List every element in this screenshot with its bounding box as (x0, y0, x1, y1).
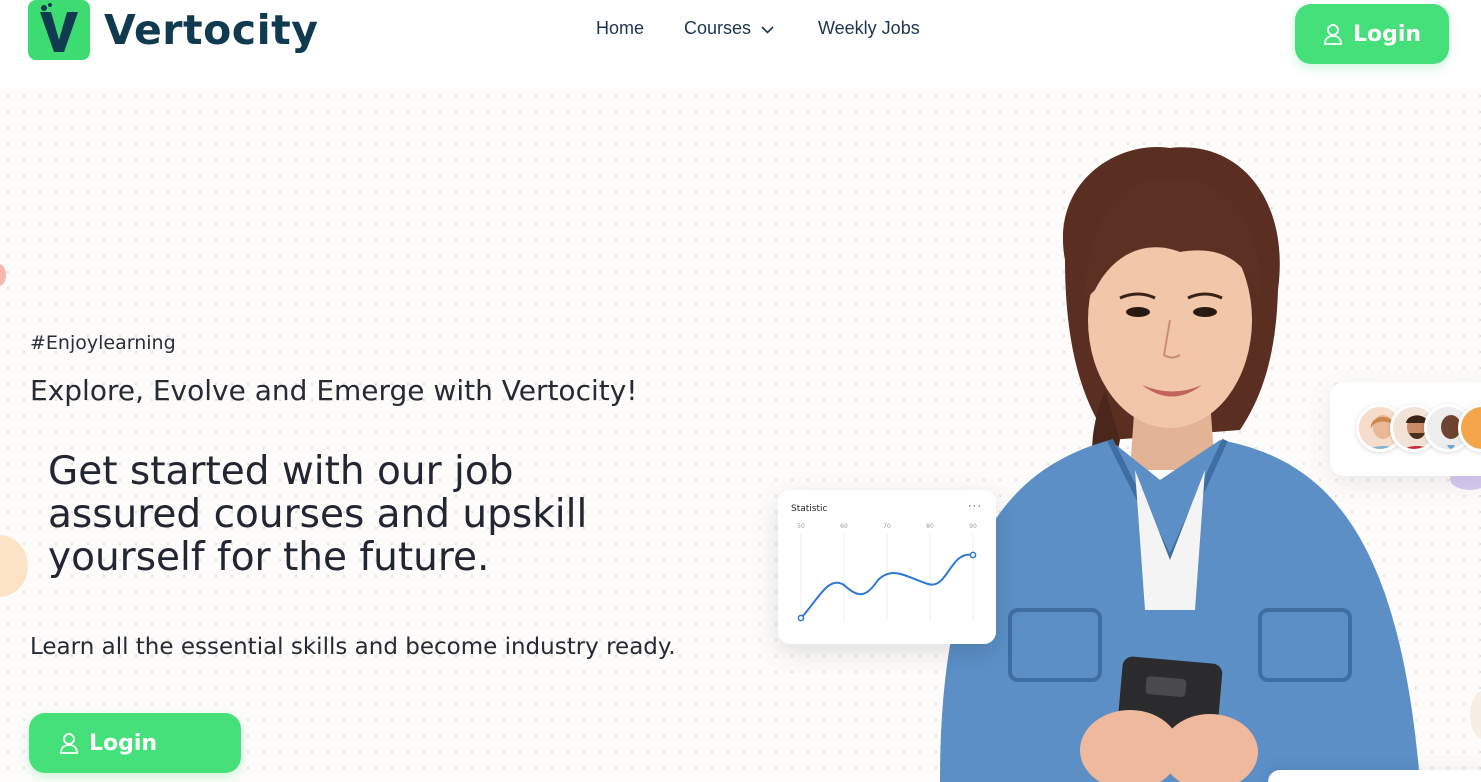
hero-subheading: Explore, Evolve and Emerge with Vertocit… (30, 374, 638, 407)
stat-column-label: 70 (883, 523, 891, 530)
stat-column-label: 50 (797, 523, 805, 530)
stat-column-label: 90 (969, 523, 977, 530)
header-login-label: Login (1352, 21, 1422, 47)
statistic-title: Statistic (791, 504, 828, 514)
stat-column-label: 80 (926, 523, 934, 530)
stat-column-label: 60 (840, 523, 848, 530)
nav-weekly-jobs[interactable]: Weekly Jobs (818, 18, 920, 39)
nav-courses[interactable]: Courses (684, 18, 751, 39)
header-login-button[interactable]: Login (1295, 4, 1449, 64)
students-avatars-card (1330, 382, 1481, 476)
hero-login-label: Login (89, 730, 158, 756)
hero-login-button[interactable]: Login (29, 713, 241, 773)
chevron-down-icon[interactable] (760, 22, 775, 37)
site-header: Vertocity Home Courses Weekly Jobs Login (0, 0, 1481, 88)
user-icon (60, 733, 78, 754)
hero-lead: Learn all the essential skills and becom… (30, 634, 676, 660)
nav-home[interactable]: Home (596, 18, 644, 39)
brand-name[interactable]: Vertocity (104, 6, 318, 54)
partial-info-card (1268, 770, 1481, 782)
more-options-icon[interactable]: ··· (968, 500, 982, 512)
user-icon (1324, 24, 1342, 45)
hero-headline: Get started with our job assured courses… (48, 449, 588, 580)
hero-tag: #Enjoylearning (30, 332, 176, 354)
statistic-line-graph: 50 60 70 80 90 (797, 523, 977, 622)
statistic-card: Statistic ··· 50 60 70 80 90 (778, 490, 996, 644)
logo-icon[interactable] (28, 0, 90, 60)
